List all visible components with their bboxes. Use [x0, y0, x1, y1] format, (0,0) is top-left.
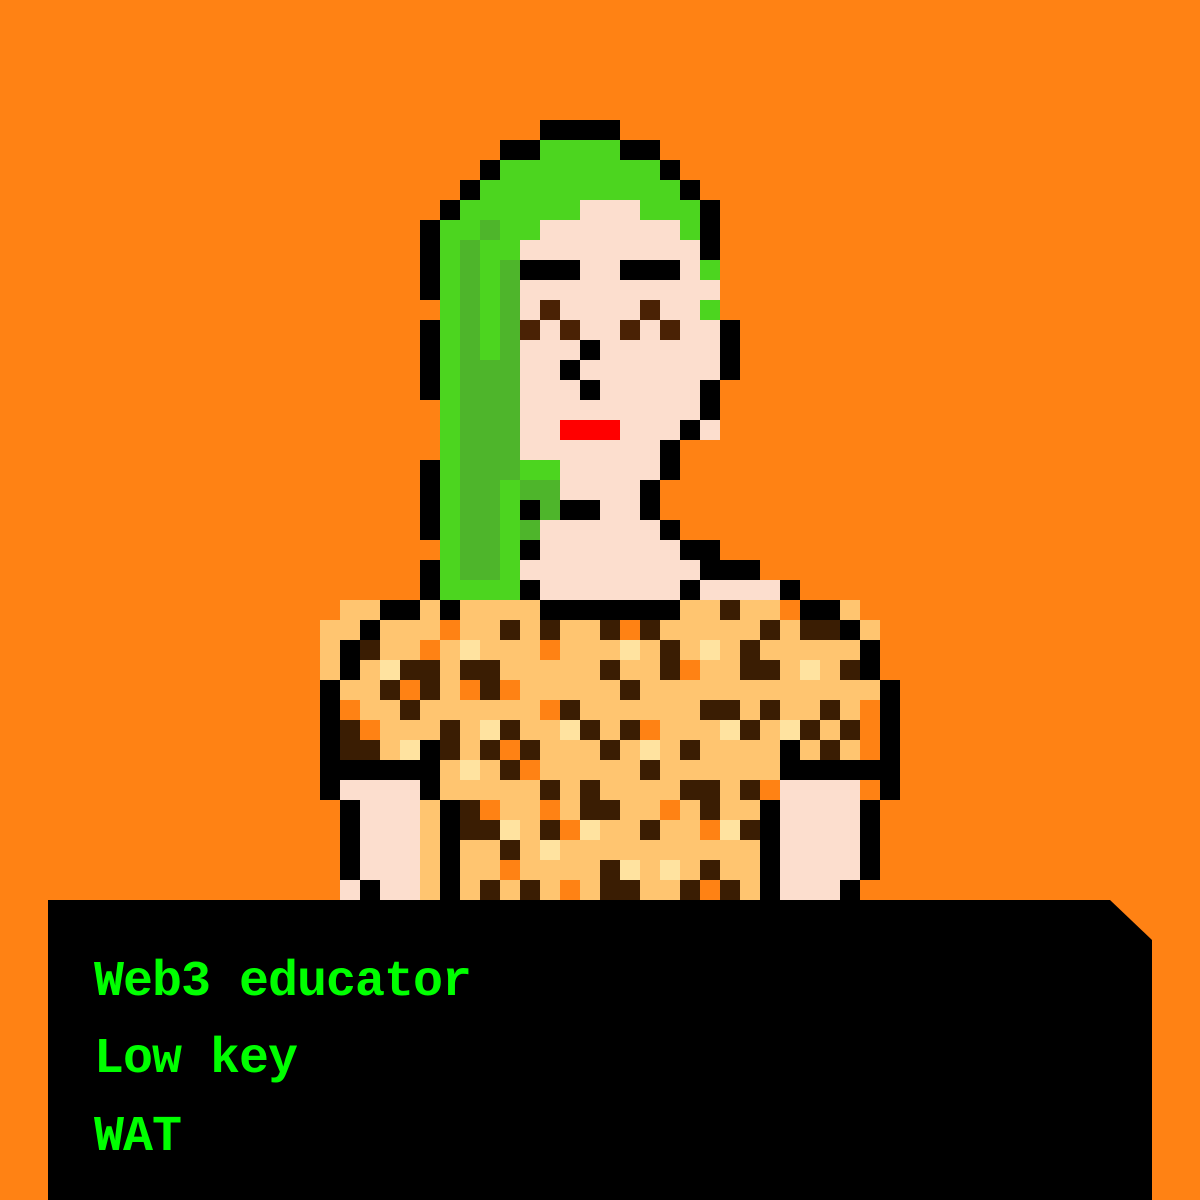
nft-card: Web3 educator Low key WAT	[0, 0, 1200, 1200]
info-panel: Web3 educator Low key WAT	[48, 900, 1152, 1200]
trait-line-2: Low key	[94, 1031, 298, 1088]
trait-line-1: Web3 educator	[94, 954, 472, 1011]
trait-line-3: WAT	[94, 1109, 182, 1166]
